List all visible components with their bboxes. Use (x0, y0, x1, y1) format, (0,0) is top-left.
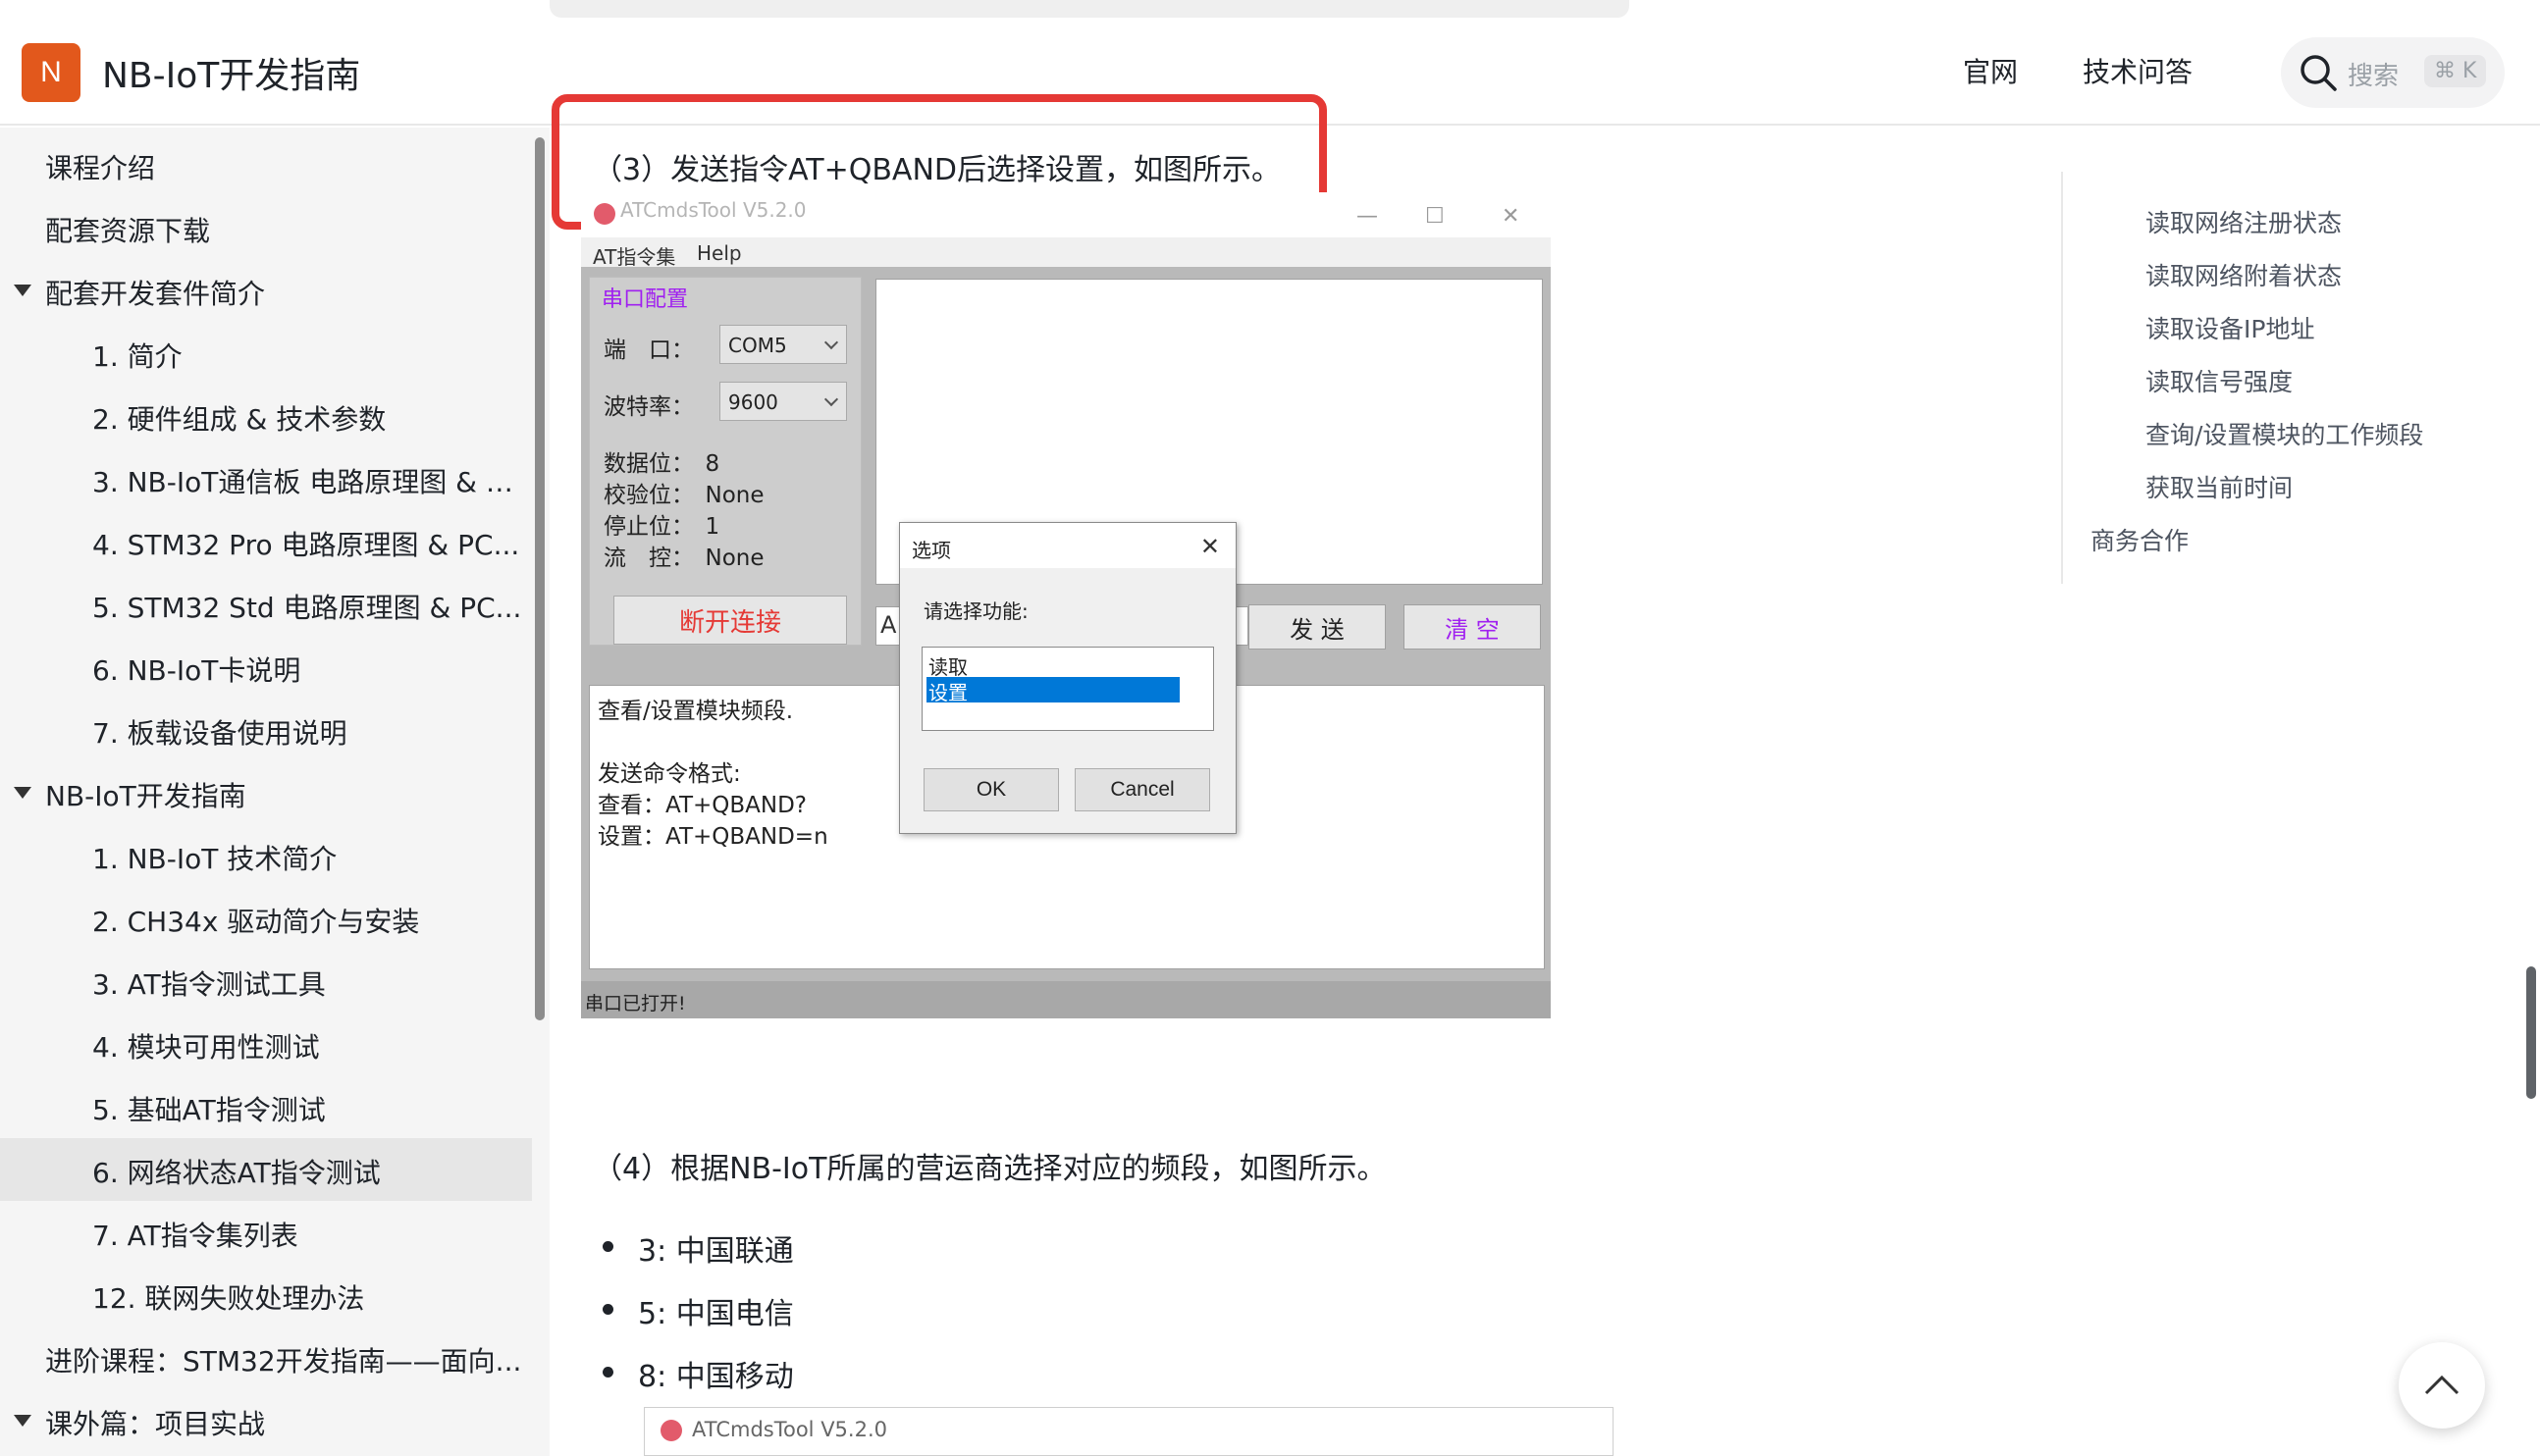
caret-down-icon[interactable] (14, 1415, 31, 1427)
serial-config-panel: 串口配置 端 口： COM5 波特率： 9600 数据位： 8 校验位： Non… (589, 277, 862, 646)
sidebar-item-onboard-devices[interactable]: 7. 板载设备使用说明 (92, 712, 524, 752)
toc-item[interactable]: 获取当前时间 (2145, 469, 2293, 504)
close-icon[interactable]: ✕ (1502, 204, 1519, 229)
option-set[interactable]: 设置 (926, 677, 1180, 704)
sidebar-item-stm32-pro[interactable]: 4. STM32 Pro 电路原理图 & PC... (92, 524, 524, 563)
toc-item[interactable]: 读取信号强度 (2145, 363, 2293, 398)
sidebar-item-basic-at[interactable]: 5. 基础AT指令测试 (92, 1089, 524, 1128)
sidebar-item-at-tool[interactable]: 3. AT指令测试工具 (92, 963, 524, 1003)
ok-button[interactable]: OK (924, 768, 1059, 811)
sidebar-item-at-list[interactable]: 7. AT指令集列表 (92, 1215, 524, 1254)
toc-item[interactable]: 读取网络注册状态 (2145, 204, 2342, 239)
option-read[interactable]: 读取 (926, 651, 1180, 679)
toc-item-business[interactable]: 商务合作 (2090, 522, 2189, 557)
app-screenshot: ATCmdsTool V5.2.0 — ☐ ✕ AT指令集 Help 串口配置 … (581, 192, 1551, 1018)
send-button[interactable]: 发 送 (1248, 604, 1386, 650)
back-to-top-button[interactable] (2399, 1342, 2485, 1429)
band-unicom: 3: 中国联通 (638, 1234, 794, 1269)
maximize-icon[interactable]: ☐ (1425, 204, 1445, 229)
app-menubar: AT指令集 Help (581, 237, 1551, 270)
dialog-titlebar: 选项 (900, 523, 1236, 568)
site-title[interactable]: NB-IoT开发指南 (102, 47, 360, 98)
search-shortcut-badge: ⌘ K (2424, 55, 2487, 87)
toc-divider (2061, 172, 2063, 584)
app-body: 串口配置 端 口： COM5 波特率： 9600 数据位： 8 校验位： Non… (581, 267, 1551, 1018)
sidebar: 课程介绍 配套资源下载 配套开发套件简介 1. 简介 2. 硬件组成 & 技术参… (0, 128, 550, 1456)
sidebar-item-nbiot-tech[interactable]: 1. NB-IoT 技术简介 (92, 838, 524, 877)
app-icon (594, 203, 615, 225)
sidebar-item-nbiot-card[interactable]: 6. NB-IoT卡说明 (92, 650, 524, 689)
app-screenshot-2: ATCmdsTool V5.2.0 (644, 1407, 1614, 1456)
menu-help[interactable]: Help (697, 241, 742, 265)
help-line: 发送命令格式: (598, 761, 741, 787)
page-scrollbar[interactable] (2526, 966, 2536, 1099)
help-line: 查看：AT+QBAND? (598, 793, 808, 818)
help-line: 查看/设置模块频段. (598, 699, 794, 724)
nav-tech-qa[interactable]: 技术问答 (2083, 51, 2193, 90)
sidebar-item-course-intro[interactable]: 课程介绍 (45, 147, 155, 186)
sidebar-item-ch34x[interactable]: 2. CH34x 驱动简介与安装 (92, 901, 524, 940)
sidebar-item-hardware[interactable]: 2. 硬件组成 & 技术参数 (92, 398, 524, 438)
options-dialog: 选项 ✕ 请选择功能: 读取 设置 OK Cancel (899, 522, 1237, 834)
help-line: 设置：AT+QBAND=n (598, 824, 828, 850)
sidebar-item-projects[interactable]: 课外篇：项目实战 (45, 1403, 265, 1442)
site-logo[interactable]: N (22, 43, 80, 102)
caret-down-icon[interactable] (14, 285, 31, 296)
databits-text: 数据位： 8 (604, 451, 720, 477)
port-label: 端 口： (604, 338, 694, 363)
cancel-button[interactable]: Cancel (1075, 768, 1210, 811)
sidebar-item-nbiot-board[interactable]: 3. NB-IoT通信板 电路原理图 & P... (92, 461, 524, 500)
app-icon (661, 1420, 682, 1441)
bullet (603, 1304, 613, 1315)
caret-down-icon[interactable] (14, 787, 31, 799)
step4-text: （4）根据NB-IoT所属的营运商选择对应的频段，如图所示。 (593, 1152, 1387, 1186)
dialog-prompt: 请选择功能: (924, 599, 1029, 623)
chevron-down-icon (823, 391, 839, 407)
minimize-icon[interactable]: — (1356, 204, 1378, 229)
sidebar-scrollbar[interactable] (535, 137, 545, 1020)
port-select[interactable]: COM5 (719, 325, 847, 364)
chevron-down-icon (823, 335, 839, 350)
search-box[interactable]: 搜索 ⌘ K (2281, 37, 2505, 108)
sidebar-item-stm32-std[interactable]: 5. STM32 Std 电路原理图 & PC... (92, 587, 524, 626)
sidebar-item-kit-intro[interactable]: 配套开发套件简介 (45, 273, 265, 312)
clear-button[interactable]: 清 空 (1403, 604, 1541, 650)
sidebar-item-resources[interactable]: 配套资源下载 (45, 210, 210, 249)
toc-item[interactable]: 读取设备IP地址 (2145, 310, 2314, 345)
toc-item[interactable]: 查询/设置模块的工作频段 (2145, 416, 2423, 451)
band-mobile: 8: 中国移动 (638, 1360, 794, 1394)
stopbits-text: 停止位： 1 (604, 514, 720, 540)
chevron-up-icon (2424, 1375, 2460, 1395)
toc-item[interactable]: 读取网络附着状态 (2145, 257, 2342, 292)
search-icon (2301, 55, 2337, 91)
sidebar-item-network-fail[interactable]: 12. 联网失败处理办法 (92, 1277, 524, 1317)
menu-at-commands[interactable]: AT指令集 (593, 241, 675, 270)
close-icon[interactable]: ✕ (1200, 533, 1220, 560)
band-telecom: 5: 中国电信 (638, 1297, 794, 1331)
search-placeholder: 搜索 (2348, 62, 2400, 91)
sidebar-item-advanced[interactable]: 进阶课程：STM32开发指南——面向... (45, 1340, 526, 1379)
sidebar-item-network-at[interactable]: 6. 网络状态AT指令测试 (92, 1152, 524, 1191)
app-statusbar: 串口已打开! (581, 981, 1551, 1018)
sidebar-item-nbiot-guide[interactable]: NB-IoT开发指南 (45, 775, 246, 814)
baud-select[interactable]: 9600 (719, 382, 847, 421)
bullet (603, 1367, 613, 1378)
sidebar-item-module-test[interactable]: 4. 模块可用性测试 (92, 1026, 524, 1066)
serial-config-group-label: 串口配置 (602, 287, 689, 312)
app-window-title: ATCmdsTool V5.2.0 (692, 1418, 887, 1441)
flow-text: 流 控： None (604, 546, 765, 571)
baud-label: 波特率： (604, 394, 694, 420)
sidebar-item-intro[interactable]: 1. 简介 (92, 336, 524, 375)
function-listbox[interactable]: 读取 设置 (922, 647, 1214, 731)
parity-text: 校验位： None (604, 483, 765, 508)
disconnect-button[interactable]: 断开连接 (613, 596, 847, 645)
nav-official-site[interactable]: 官网 (1963, 51, 2018, 90)
bullet (603, 1241, 613, 1252)
top-strip (0, 0, 2540, 18)
app-window-title: ATCmdsTool V5.2.0 (620, 198, 807, 222)
browser-tab-strip (550, 0, 1629, 18)
